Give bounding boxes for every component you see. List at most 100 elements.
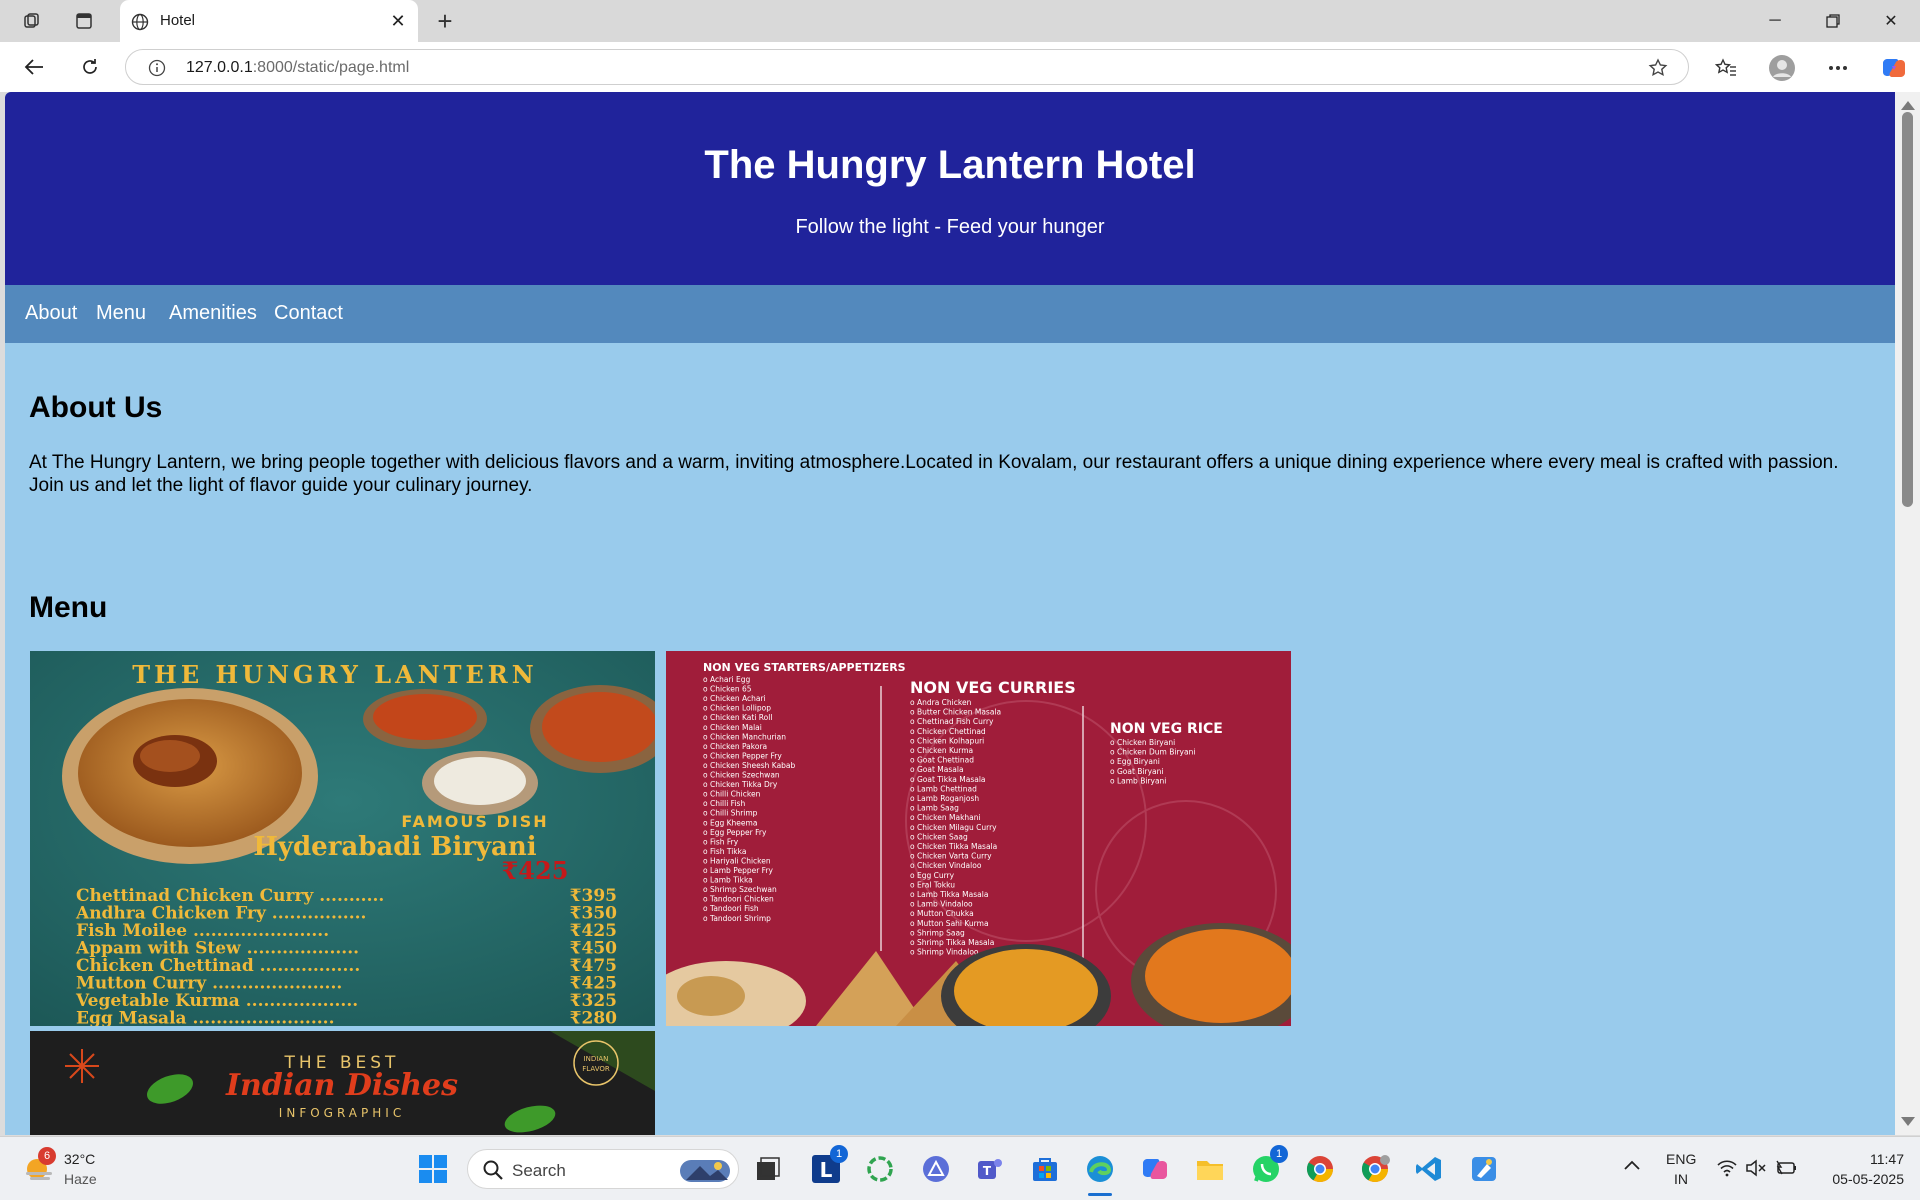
url-host: 127.0.0.1 [186, 59, 253, 76]
chrome-profile-icon[interactable] [1357, 1151, 1393, 1187]
svg-text:L: L [820, 1158, 833, 1182]
menu2-starter-item: o Lamb Tikka [703, 876, 753, 885]
menu2-rice-item: o Chicken Dum Biryani [1110, 748, 1195, 757]
scrollbar-thumb[interactable] [1902, 112, 1913, 507]
minimize-button[interactable]: ─ [1748, 6, 1802, 36]
workspaces-icon[interactable] [17, 8, 47, 34]
menu2-curry-item: o Eral Tokku [910, 880, 955, 889]
whatsapp-icon[interactable]: 1 [1248, 1145, 1288, 1187]
teams-icon[interactable]: T [972, 1151, 1008, 1187]
profile-avatar-icon[interactable] [1766, 53, 1798, 83]
app-l-badge: 1 [830, 1145, 848, 1163]
menu2-curry-item: o Chicken Vindaloo [910, 861, 982, 870]
nav-link-about[interactable]: About [25, 302, 77, 325]
site-header: The Hungry Lantern Hotel Follow the ligh… [5, 92, 1895, 285]
menu1-famous-price: ₹425 [502, 856, 569, 885]
address-toolbar: 127.0.0.1:8000/static/page.html [0, 42, 1920, 92]
menu2-starter-item: o Egg Pepper Fry [703, 828, 767, 837]
menu2-starter-item: o Chilli Fish [703, 799, 745, 808]
clock-time[interactable]: 11:47 [1808, 1151, 1904, 1167]
globe-icon [128, 10, 152, 34]
menu2-starter-item: o Chicken Achari [703, 694, 766, 703]
paint-icon[interactable] [1466, 1151, 1502, 1187]
windows-start-icon[interactable] [415, 1151, 451, 1187]
task-view-icon[interactable] [750, 1151, 786, 1187]
menu2-curry-item: o Lamb Saag [910, 804, 959, 813]
scroll-up-arrow[interactable] [1901, 101, 1915, 110]
menu2-starter-item: o Chicken Pakora [703, 742, 767, 751]
site-title: The Hungry Lantern Hotel [704, 143, 1196, 187]
tab-title: Hotel [160, 12, 196, 29]
lang-bottom: IN [1674, 1171, 1688, 1187]
menu2-curry-item: o Chicken Makhani [910, 813, 981, 822]
address-bar[interactable]: 127.0.0.1:8000/static/page.html [125, 49, 1689, 85]
menu2-curry-item: o Lamb Roganjosh [910, 794, 979, 803]
nav-link-contact[interactable]: Contact [274, 302, 343, 325]
page-scrollbar[interactable] [1895, 92, 1920, 1135]
taskbar-search[interactable]: Search [467, 1149, 739, 1189]
browser-tab-active[interactable]: Hotel ✕ [120, 0, 418, 42]
menu2-curry-item: o Butter Chicken Masala [910, 708, 1001, 717]
menu2-starter-item: o Achari Egg [703, 675, 750, 684]
menu3-badge-bottom: FLAVOR [582, 1065, 610, 1073]
refresh-app-icon[interactable] [862, 1151, 898, 1187]
menu2-curry-item: o Chicken Varta Curry [910, 852, 992, 861]
vscode-icon[interactable] [1411, 1151, 1447, 1187]
refresh-button[interactable] [75, 53, 105, 81]
wifi-icon[interactable] [1716, 1159, 1738, 1182]
weather-icon[interactable]: 6 [22, 1147, 56, 1185]
nav-link-amenities[interactable]: Amenities [169, 302, 257, 325]
more-options-icon[interactable] [1822, 53, 1854, 83]
back-button[interactable] [19, 53, 49, 81]
vertical-tabs-icon[interactable] [69, 8, 99, 34]
app-l-icon[interactable]: L 1 [808, 1145, 848, 1187]
menu2-starter-item: o Tandoori Shrimp [703, 914, 771, 923]
show-hidden-icons-chevron-icon[interactable] [1622, 1157, 1646, 1179]
menu2-starter-item: o Chicken Pepper Fry [703, 751, 782, 760]
menu2-starter-item: o Tandoori Chicken [703, 895, 774, 904]
close-window-button[interactable]: ✕ [1864, 6, 1918, 36]
menu2-curry-item: o Shrimp Vindaloo [910, 948, 979, 957]
weather-desc: Haze [64, 1171, 97, 1187]
menu2-curry-item: o Chettinad Fish Curry [910, 717, 994, 726]
menu2-starter-item: o Fish Tikka [703, 847, 746, 856]
lang-top[interactable]: ENG [1666, 1151, 1696, 1167]
copilot-icon[interactable] [1878, 53, 1910, 83]
menu2-curries-heading: NON VEG CURRIES [910, 678, 1076, 697]
menu2-curry-item: o Lamb Chettinad [910, 784, 977, 793]
new-tab-button[interactable]: + [430, 6, 460, 36]
browser-tab-bar: Hotel ✕ + ─ ✕ [0, 0, 1920, 42]
file-explorer-icon[interactable] [1192, 1151, 1228, 1187]
search-icon [482, 1159, 504, 1186]
menu2-curry-item: o Chicken Milagu Curry [910, 823, 997, 832]
battery-icon[interactable] [1774, 1159, 1798, 1182]
chrome-icon[interactable] [1302, 1151, 1338, 1187]
restore-button[interactable] [1806, 6, 1860, 36]
weather-badge: 6 [38, 1147, 56, 1165]
volume-muted-icon[interactable] [1745, 1159, 1767, 1182]
search-highlight-icon [678, 1154, 732, 1191]
windows-taskbar: 6 32°C Haze Search L 1 T 1 ENG IN 11:47 … [0, 1136, 1920, 1200]
menu1-famous-name: Hyderabadi Biryani [253, 832, 536, 862]
favorite-star-icon[interactable] [1646, 56, 1670, 80]
menu2-rice-heading: NON VEG RICE [1110, 721, 1223, 737]
menu2-starter-item: o Chicken Malai [703, 723, 762, 732]
menu2-rice-item: o Lamb Biryani [1110, 776, 1166, 785]
menu2-curry-item: o Chicken Saag [910, 832, 968, 841]
menu2-rice-item: o Goat Biryani [1110, 767, 1163, 776]
scroll-down-arrow[interactable] [1901, 1117, 1915, 1126]
site-info-icon[interactable] [146, 57, 168, 79]
menu2-starter-item: o Chicken Manchurian [703, 732, 786, 741]
favorites-icon[interactable] [1710, 53, 1742, 83]
nav-link-menu[interactable]: Menu [96, 302, 146, 325]
menu2-starter-item: o Hariyali Chicken [703, 856, 771, 865]
store-icon[interactable] [1027, 1151, 1063, 1187]
affinity-app-icon[interactable] [918, 1151, 954, 1187]
clock-date: 05-05-2025 [1832, 1171, 1904, 1187]
copilot-taskbar-icon[interactable] [1137, 1151, 1173, 1187]
close-tab-icon[interactable]: ✕ [386, 9, 410, 33]
menu2-curry-item: o Chicken Tikka Masala [910, 842, 997, 851]
edge-icon[interactable] [1082, 1151, 1118, 1196]
menu1-famous-label: FAMOUS DISH [401, 812, 548, 831]
edge-active-indicator [1088, 1193, 1112, 1196]
